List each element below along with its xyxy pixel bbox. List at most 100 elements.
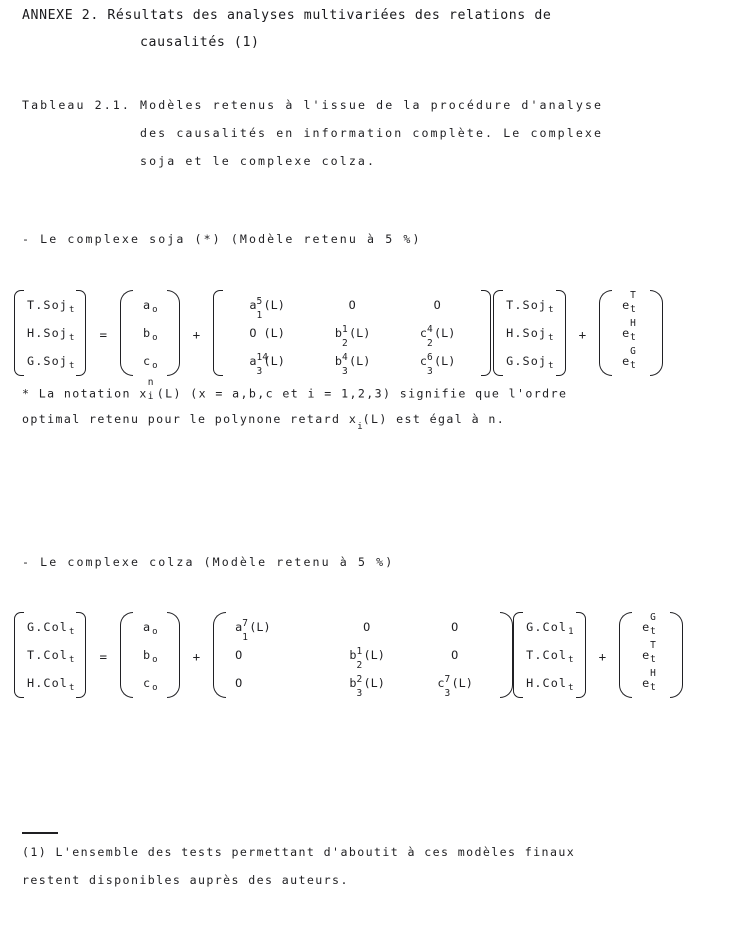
colza-rhs-vector: G.Col 1 T.Col t H.Col t <box>513 610 586 700</box>
footnote-text-b: (L) (x = a,b,c et i = 1,2,3) signifie qu… <box>156 386 568 401</box>
matrix-cell: c 7 3 (L) <box>411 669 499 699</box>
soja-constant-vector: ao bo co <box>119 288 180 378</box>
plus-sign-1: + <box>192 648 201 664</box>
cell-base: b <box>334 354 343 368</box>
matrix-cell: O <box>411 641 499 669</box>
cell-order-index: 42 <box>427 324 433 350</box>
page-title-line-1: ANNEXE 2. Résultats des analyses multiva… <box>22 8 552 23</box>
document-page: ANNEXE 2. Résultats des analyses multiva… <box>0 0 732 935</box>
cell-base: a <box>249 298 257 312</box>
cell-base: O <box>433 298 442 312</box>
bracket-right <box>481 290 492 376</box>
footnote-text-a: * La notation x <box>22 386 148 401</box>
cell-tail: (L) <box>263 298 285 312</box>
cell-order-index: 14 3 <box>256 352 268 378</box>
cell-base: c <box>437 676 445 690</box>
cell-order-index: 23 <box>356 674 363 700</box>
equals-sign: = <box>99 648 107 664</box>
matrix-row: G.Col 1 <box>526 613 573 641</box>
cell-subscript: o <box>152 683 158 693</box>
cell-tail: (L) <box>249 620 271 634</box>
cell-subscript: t <box>69 655 75 665</box>
cell-subscript: 1 <box>568 627 574 637</box>
matrix-row: co <box>142 669 158 697</box>
matrix-row: H.Col t <box>526 669 573 697</box>
cell-order-index: 12 <box>356 646 363 672</box>
cell-subscript: o <box>152 305 158 315</box>
bracket-right <box>500 612 514 698</box>
notation-order-index: ni <box>147 377 155 402</box>
cell-base: O <box>451 648 460 662</box>
matrix-cell: a 5 1 (L) <box>224 291 310 321</box>
page-footnote-line-2: restent disponibles auprès des auteurs. <box>22 873 349 887</box>
cell-order-index <box>257 325 264 337</box>
cell-subscript: o <box>152 627 158 637</box>
matrix-row: bo <box>143 641 158 669</box>
cell-base: O <box>235 676 244 690</box>
cell-tail: (L) <box>363 648 385 662</box>
matrix-cell: O <box>310 291 395 319</box>
bracket-right <box>76 612 87 698</box>
matrix-row: O (L) b 1 2 (L) c 4 2 (L) <box>224 319 480 350</box>
bracket-right <box>670 612 684 698</box>
matrix-cell: a 7 1 (L) <box>227 613 323 643</box>
footnote-text-a: optimal retenu pour le polynone retard x <box>22 412 358 426</box>
soja-notation-footnote-line-2: optimal retenu pour le polynone retard x… <box>22 412 506 432</box>
error-term: eGt <box>642 612 656 637</box>
error-term: eTt <box>642 640 656 665</box>
bracket-left <box>119 612 133 698</box>
matrix-row: a 5 1 (L) O O <box>224 291 480 321</box>
table-caption-line-2: des causalités en information complète. … <box>140 126 604 140</box>
cell-subscript: t <box>69 333 75 343</box>
cell-label: T.Col <box>526 648 568 662</box>
matrix-cell: c 4 2 (L) <box>395 319 480 350</box>
cell-label: H.Col <box>526 676 568 690</box>
cell-label: T.Soj <box>27 298 69 312</box>
cell-base: c <box>419 354 428 368</box>
bracket-right <box>166 612 180 698</box>
bracket-right <box>650 290 664 376</box>
cell-order-index: 43 <box>342 352 348 378</box>
matrix-row: a 7 1 (L) O O <box>227 613 499 643</box>
cell-base: b <box>334 326 343 340</box>
bracket-left <box>213 290 224 376</box>
matrix-row: bo <box>142 319 158 347</box>
cell-subscript: o <box>152 333 158 343</box>
footnote-text-b: (L) est égal à n. <box>362 412 506 426</box>
cell-subscript: o <box>152 361 158 371</box>
bracket-left <box>513 612 524 698</box>
cell-tail: (L) <box>349 326 371 340</box>
cell-tail: (L) <box>263 326 285 340</box>
bracket-right <box>76 290 87 376</box>
bracket-right <box>555 290 566 376</box>
cell-subscript: t <box>568 683 574 693</box>
soja-coefficient-matrix: a 5 1 (L) O O O (L) b 1 2 (L) c 4 2 (L) a 14 3 (L) b4… <box>213 288 492 378</box>
colza-coefficient-matrix: a 7 1 (L) O O O b 1 2 (L) O O b 2 3 (L) c 7 3 (L) <box>213 610 514 700</box>
section-heading-soja: - Le complexe soja (*) (Modèle retenu à … <box>22 232 422 246</box>
plus-sign-1: + <box>192 326 201 342</box>
matrix-row: H.Soj t <box>27 319 74 347</box>
matrix-cell: c 6 3 (L) <box>395 347 480 378</box>
soja-rhs-vector: T.Soj t H.Soj t G.Soj t <box>493 288 566 378</box>
cell-base: O <box>363 620 372 634</box>
table-caption-line-3: soja et le complexe colza. <box>140 154 377 168</box>
cell-label: b <box>142 326 152 340</box>
matrix-cell: O <box>323 613 411 641</box>
cell-subscript: t <box>69 361 75 371</box>
footnote-separator-rule <box>22 832 58 834</box>
error-term: eHt <box>622 318 636 343</box>
cell-subscript: t <box>548 333 554 343</box>
cell-subscript: o <box>152 655 158 665</box>
cell-subscript: t <box>69 683 75 693</box>
matrix-row: ao <box>143 291 158 319</box>
colza-constant-vector: ao bo co <box>119 610 180 700</box>
bracket-left <box>14 290 24 376</box>
plus-sign-2: + <box>578 326 587 342</box>
colza-error-vector: eGt eTt eHt <box>619 610 684 700</box>
cell-label: H.Col <box>27 676 69 690</box>
cell-label: c <box>142 676 152 690</box>
cell-label: H.Soj <box>506 326 548 340</box>
cell-subscript: t <box>69 305 75 315</box>
cell-order-index: 63 <box>427 352 433 378</box>
matrix-row: T.Soj t <box>27 291 74 319</box>
